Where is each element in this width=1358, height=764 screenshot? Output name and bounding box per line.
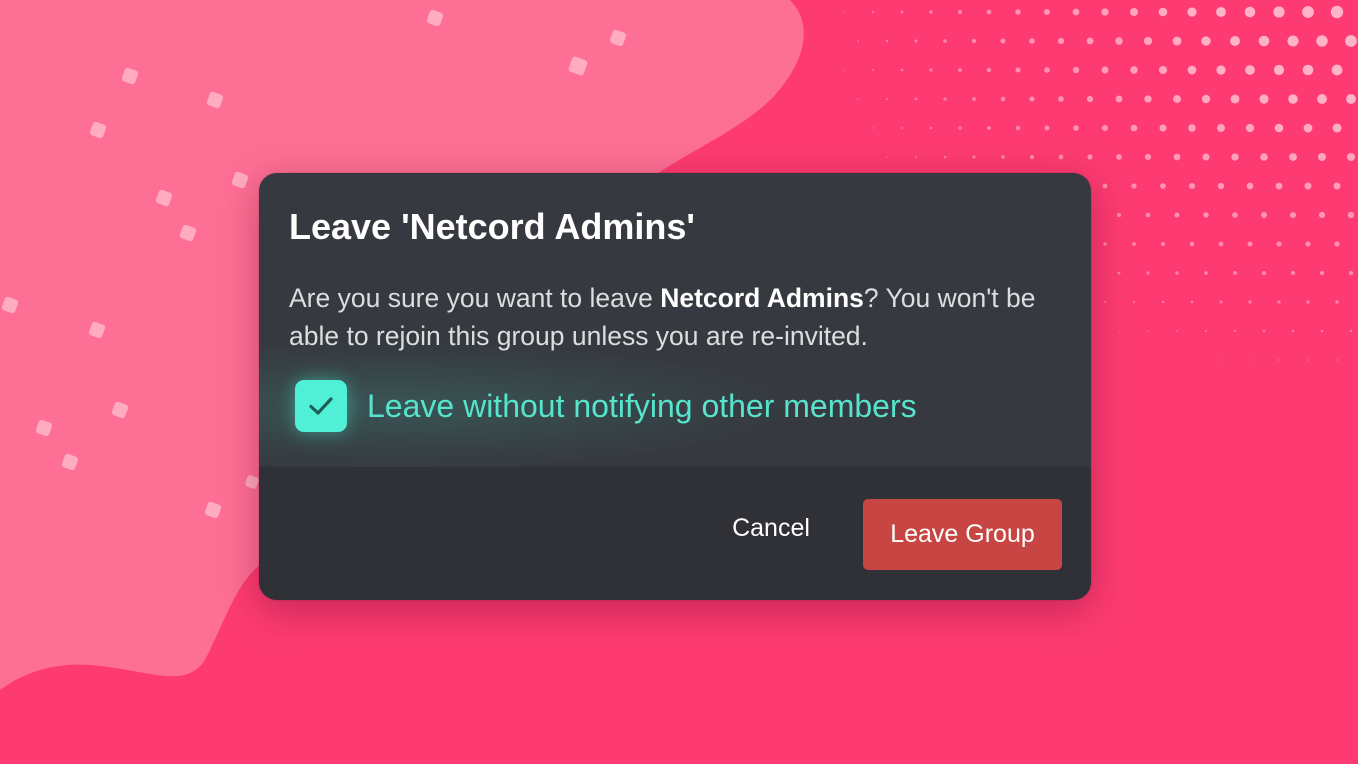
dialog-title: Leave 'Netcord Admins' [289,206,695,247]
checkbox-label[interactable]: Leave without notifying other members [367,388,917,425]
message-prefix: Are you sure you want to leave [289,283,661,313]
leave-silently-option[interactable]: Leave without notifying other members [259,339,917,473]
dialog-footer: Cancel Leave Group [259,467,1091,600]
leave-group-button[interactable]: Leave Group [863,499,1062,570]
cancel-button[interactable]: Cancel [715,501,827,555]
dialog-body: Leave 'Netcord Admins' Are you sure you … [259,173,1091,473]
dialog-message: Are you sure you want to leave Netcord A… [289,279,1079,355]
leave-group-dialog: Leave 'Netcord Admins' Are you sure you … [259,173,1091,600]
leave-silently-checkbox[interactable] [295,380,347,432]
group-name: Netcord Admins [660,283,864,313]
checkmark-icon [309,397,333,415]
